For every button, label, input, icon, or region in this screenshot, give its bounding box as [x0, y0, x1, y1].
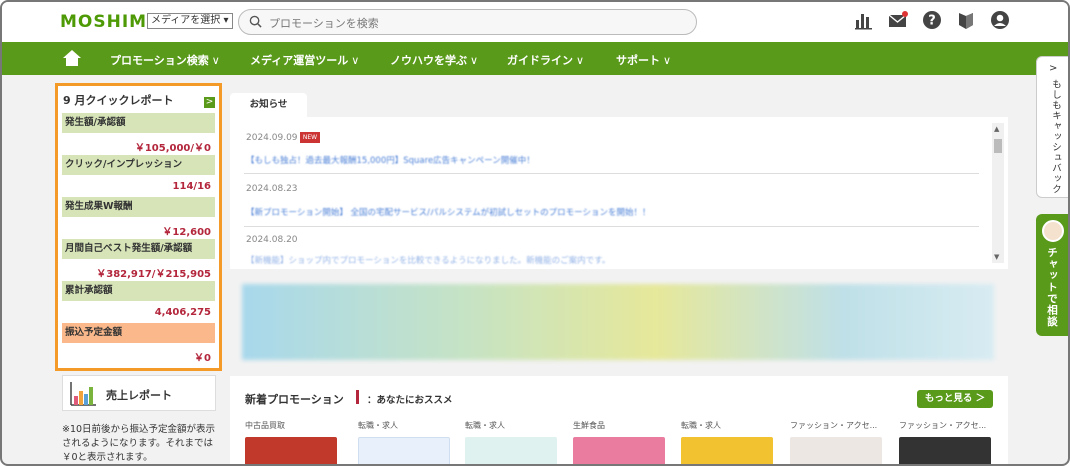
promotion-category: 中古品買取 — [245, 421, 285, 430]
promotion-card[interactable]: 転職・求人 — [465, 420, 563, 464]
promotion-card[interactable]: 転職・求人 — [681, 420, 779, 464]
news-date: 2024.08.23 — [246, 184, 298, 194]
tab-news[interactable]: お知らせ — [230, 93, 307, 117]
search-icon — [249, 15, 262, 28]
home-icon[interactable] — [62, 49, 82, 67]
promo-banner[interactable] — [242, 284, 994, 360]
promotion-card[interactable]: 中古品買取 — [245, 420, 343, 464]
news-link[interactable]: 【新プロモーション開始】 全国の宅配サービス/パルシステムが初試しセットのプロモ… — [246, 206, 650, 218]
nav-promotion-search[interactable]: プロモーション検索 ∨ — [110, 52, 220, 68]
scroll-up-icon[interactable]: ▲ — [994, 125, 999, 133]
promotion-card[interactable]: 転職・求人 — [358, 420, 456, 464]
chat-label: チャットで相談 — [1046, 247, 1058, 328]
new-promotions-panel: 新着プロモーション ：あなたにおススメ もっと見る ＞ 中古品買取 転職・求人 … — [230, 376, 1008, 464]
report-label-double-reward: 発生成果W報酬 — [62, 197, 215, 217]
header-icons: ? — [854, 10, 1010, 30]
title-accent-bar — [356, 390, 359, 404]
scroll-down-icon[interactable]: ▼ — [994, 253, 999, 261]
report-label-scheduled-transfer: 振込予定金額 — [62, 323, 215, 343]
sales-report-label: 売上レポート — [106, 389, 172, 402]
report-value-total-approved: 4,406,275 — [154, 307, 211, 318]
report-label-monthly-best: 月間自己ベスト発生額/承認額 — [62, 239, 215, 259]
report-value-double-reward: ￥12,600 — [162, 227, 211, 238]
report-value-monthly-best: ￥382,917/￥215,905 — [96, 269, 211, 280]
news-scrollbar[interactable]: ▲ ▼ — [992, 123, 1004, 263]
quick-report-arrow-icon[interactable]: > — [204, 97, 215, 108]
promotion-card[interactable]: ファッション・アクセ... — [790, 420, 888, 464]
nav-support[interactable]: サポート ∨ — [616, 52, 671, 68]
search-placeholder: プロモーションを検索 — [269, 17, 379, 30]
promotion-category: 転職・求人 — [465, 421, 505, 430]
promotion-thumbnail — [465, 437, 557, 464]
cashback-side-tab[interactable]: > もしもキャッシュバック — [1036, 56, 1068, 198]
promotion-category: ファッション・アクセ... — [899, 421, 987, 430]
news-date: 2024.09.09 — [246, 133, 298, 143]
promotion-category: 生鮮食品 — [573, 421, 605, 430]
report-value-click-impression: 114/16 — [172, 181, 211, 192]
transfer-note: ※10日前後から振込予定金額が表示されるようになります。それまでは￥0と表示され… — [62, 424, 216, 463]
report-label-click-impression: クリック/インプレッション — [62, 155, 215, 175]
cashback-label: もしもキャッシュバック — [1050, 79, 1061, 195]
news-link[interactable]: 【新機能】ショップ内でプロモーションを比較できるようになりました。新機能のご案内… — [246, 254, 610, 266]
promotion-thumbnail — [899, 437, 991, 464]
news-divider — [244, 173, 979, 174]
news-link[interactable]: 【もしも独占！過去最大報酬15,000円】Square広告キャンペーン開催中！ — [246, 154, 535, 166]
promotion-search-box[interactable]: プロモーションを検索 — [238, 9, 697, 35]
chevron-right-icon: > — [1049, 63, 1058, 74]
help-icon[interactable]: ? — [922, 10, 942, 30]
news-date: 2024.08.20 — [246, 235, 298, 245]
promotion-thumbnail — [573, 437, 665, 464]
promotion-card[interactable]: ファッション・アクセ... — [899, 420, 997, 464]
report-value-scheduled-transfer: ￥0 — [194, 353, 211, 364]
report-label-generated-approved: 発生額/承認額 — [62, 113, 215, 133]
quick-report-title: 9 月クイックレポート — [63, 94, 174, 107]
news-divider — [244, 226, 979, 227]
user-account-icon[interactable] — [990, 10, 1010, 30]
promotion-thumbnail — [790, 437, 882, 464]
report-chart-icon[interactable] — [854, 10, 874, 30]
beginner-mark-icon[interactable] — [956, 10, 976, 30]
nav-media-tools[interactable]: メディア運営ツール ∨ — [250, 52, 359, 68]
svg-text:?: ? — [928, 14, 936, 29]
promotion-category: 転職・求人 — [358, 421, 398, 430]
sales-chart-icon — [70, 382, 96, 406]
mail-icon[interactable] — [888, 10, 908, 30]
top-header: MOSHIMO メディアを選択 ▾ プロモーションを検索 ? — [2, 2, 1068, 42]
report-label-total-approved: 累計承認額 — [62, 281, 215, 301]
nav-guidelines[interactable]: ガイドライン ∨ — [507, 52, 584, 68]
promotion-category: ファッション・アクセ... — [790, 421, 878, 430]
promotion-thumbnail — [681, 437, 773, 464]
promotion-thumbnail — [358, 437, 450, 464]
new-promotions-title: 新着プロモーション — [245, 393, 344, 406]
recommend-label: ：あなたにおススメ — [367, 395, 453, 406]
scroll-thumb[interactable] — [994, 139, 1002, 153]
app-window: MOSHIMO メディアを選択 ▾ プロモーションを検索 ? プロモーション検索… — [0, 0, 1070, 466]
new-badge: NEW — [300, 132, 320, 143]
see-more-button[interactable]: もっと見る ＞ — [917, 390, 993, 408]
report-value-generated-approved: ￥105,000/￥0 — [134, 143, 211, 154]
promotion-thumbnail — [245, 437, 337, 464]
operator-avatar — [1042, 220, 1064, 242]
nav-learn-knowhow[interactable]: ノウハウを学ぶ ∨ — [390, 52, 478, 68]
media-select-dropdown[interactable]: メディアを選択 ▾ — [147, 13, 233, 29]
promotion-category: 転職・求人 — [681, 421, 721, 430]
main-nav: プロモーション検索 ∨ メディア運営ツール ∨ ノウハウを学ぶ ∨ ガイドライン ∨ サ… — [2, 42, 1068, 75]
quick-report-panel: 9 月クイックレポート > 発生額/承認額 ￥105,000/￥0 クリック/イ… — [55, 83, 222, 371]
news-panel: 2024.09.09 NEW 【もしも独占！過去最大報酬15,000円】Squa… — [230, 117, 1008, 269]
chat-consult-tab[interactable]: チャットで相談 — [1036, 214, 1068, 336]
promotion-card[interactable]: 生鮮食品 — [573, 420, 671, 464]
sales-report-button[interactable]: 売上レポート — [62, 375, 216, 411]
